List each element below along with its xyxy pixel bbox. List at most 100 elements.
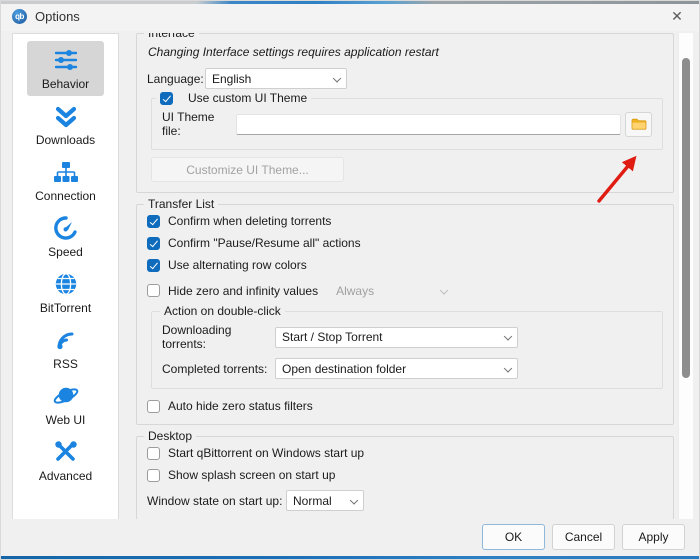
interface-group-title: Interface bbox=[144, 33, 199, 40]
scrollbar-thumb[interactable] bbox=[682, 58, 690, 378]
settings-pane: Interface Changing Interface settings re… bbox=[136, 33, 678, 519]
checkbox-box bbox=[147, 214, 160, 228]
sidebar-item-downloads[interactable]: Downloads bbox=[27, 97, 104, 152]
settings-scrollbar[interactable] bbox=[678, 33, 693, 519]
qbittorrent-logo-icon: qb bbox=[12, 8, 27, 24]
double-click-subgroup: Action on double-click Downloading torre… bbox=[151, 304, 663, 389]
customize-ui-theme-button[interactable]: Customize UI Theme... bbox=[151, 157, 344, 182]
downloading-torrents-row: Downloading torrents: Start / Stop Torre… bbox=[162, 323, 652, 351]
rss-icon bbox=[50, 325, 82, 355]
sidebar-item-connection[interactable]: Connection bbox=[27, 153, 104, 208]
confirm-delete-checkbox[interactable]: Confirm when deleting torrents bbox=[147, 214, 663, 228]
show-splash-screen-checkbox[interactable]: Show splash screen on start up bbox=[147, 468, 663, 482]
checkbox-box bbox=[147, 446, 160, 460]
dialog-footer: OK Cancel Apply bbox=[1, 519, 699, 559]
checkbox-box bbox=[147, 236, 160, 250]
window-state-select[interactable]: Normal bbox=[286, 490, 364, 511]
sidebar-item-label: Connection bbox=[35, 189, 96, 203]
folder-icon[interactable] bbox=[625, 111, 652, 137]
checkbox-label: Show splash screen on start up bbox=[168, 468, 336, 482]
close-icon[interactable]: ✕ bbox=[655, 1, 699, 31]
chevron-down-icon bbox=[439, 285, 449, 295]
use-custom-theme-label: Use custom UI Theme bbox=[188, 91, 308, 105]
checkbox-label: Confirm "Pause/Resume all" actions bbox=[168, 236, 361, 250]
speedometer-icon bbox=[50, 213, 82, 243]
hide-zero-values-row: Hide zero and infinity values Always bbox=[147, 280, 663, 301]
custom-theme-subgroup: Use custom UI Theme UI Theme file: bbox=[151, 91, 663, 150]
hide-zero-values-checkbox[interactable] bbox=[147, 284, 160, 297]
confirm-pause-resume-checkbox[interactable]: Confirm "Pause/Resume all" actions bbox=[147, 236, 663, 250]
downloading-torrents-label: Downloading torrents: bbox=[162, 323, 232, 351]
sidebar-item-behavior[interactable]: Behavior bbox=[27, 41, 104, 96]
chevron-down-icon bbox=[503, 332, 513, 341]
title-bar: qb Options ✕ bbox=[1, 1, 699, 31]
checkbox-label: Confirm when deleting torrents bbox=[168, 214, 332, 228]
chevron-down-icon bbox=[503, 363, 513, 373]
options-dialog: qb Options ✕ Behavior Downloads Connecti… bbox=[0, 0, 700, 560]
hide-zero-values-value: Always bbox=[336, 283, 375, 298]
settings-sidebar: Behavior Downloads Connection Speed BitT… bbox=[12, 33, 119, 519]
window-state-value: Normal bbox=[293, 493, 332, 508]
sidebar-item-label: Web UI bbox=[45, 413, 86, 427]
start-on-windows-startup-checkbox[interactable]: Start qBittorrent on Windows start up bbox=[147, 446, 663, 460]
sidebar-item-speed[interactable]: Speed bbox=[27, 209, 104, 264]
interface-restart-note: Changing Interface settings requires app… bbox=[148, 45, 439, 59]
language-row: Language: English bbox=[147, 68, 663, 89]
globe-icon bbox=[50, 269, 82, 299]
planet-icon bbox=[50, 381, 82, 411]
desktop-group: Desktop Start qBittorrent on Windows sta… bbox=[136, 429, 674, 519]
sidebar-item-advanced[interactable]: Advanced bbox=[27, 433, 104, 488]
auto-hide-zero-filters-checkbox[interactable]: Auto hide zero status filters bbox=[147, 399, 663, 413]
sidebar-item-bittorrent[interactable]: BitTorrent bbox=[27, 265, 104, 320]
sidebar-item-label: Advanced bbox=[38, 469, 93, 483]
network-icon bbox=[50, 157, 82, 187]
window-top-accent bbox=[1, 1, 699, 4]
checkbox-box bbox=[147, 258, 160, 272]
cancel-button[interactable]: Cancel bbox=[552, 524, 615, 550]
transfer-list-group: Transfer List Confirm when deleting torr… bbox=[136, 197, 674, 425]
sidebar-item-label: Speed bbox=[48, 245, 83, 259]
checkbox-label: Auto hide zero status filters bbox=[168, 399, 313, 413]
double-chevron-down-icon bbox=[50, 101, 82, 131]
window-state-label: Window state on start up: bbox=[147, 493, 283, 508]
theme-file-label: UI Theme file: bbox=[162, 110, 215, 138]
desktop-group-title: Desktop bbox=[144, 429, 197, 443]
completed-torrents-select[interactable]: Open destination folder bbox=[275, 358, 518, 379]
sidebar-item-rss[interactable]: RSS bbox=[27, 321, 104, 376]
apply-button[interactable]: Apply bbox=[622, 524, 685, 550]
language-select[interactable]: English bbox=[205, 68, 347, 89]
sidebar-item-web-ui[interactable]: Web UI bbox=[27, 377, 104, 432]
window-bottom-accent bbox=[1, 556, 699, 559]
tools-icon bbox=[50, 437, 82, 467]
language-label: Language: bbox=[147, 71, 204, 86]
hide-zero-values-select[interactable]: Always bbox=[329, 280, 455, 301]
transfer-list-group-title: Transfer List bbox=[144, 197, 219, 211]
sliders-icon bbox=[50, 45, 82, 75]
chevron-down-icon bbox=[349, 495, 359, 505]
settings-scroll-area: Interface Changing Interface settings re… bbox=[136, 33, 693, 519]
checkbox-box bbox=[147, 399, 160, 413]
sidebar-item-label: Downloads bbox=[35, 133, 96, 147]
ok-button[interactable]: OK bbox=[482, 524, 545, 550]
checkbox-box bbox=[160, 91, 173, 105]
completed-torrents-value: Open destination folder bbox=[282, 361, 407, 376]
alternating-row-colors-checkbox[interactable]: Use alternating row colors bbox=[147, 258, 663, 272]
sidebar-item-label: Behavior bbox=[41, 77, 90, 91]
checkbox-box bbox=[147, 468, 160, 482]
window-title: Options bbox=[35, 8, 80, 24]
hide-zero-values-label: Hide zero and infinity values bbox=[168, 283, 319, 298]
theme-file-input[interactable] bbox=[236, 113, 621, 135]
completed-torrents-row: Completed torrents: Open destination fol… bbox=[162, 358, 652, 379]
dialog-body: Behavior Downloads Connection Speed BitT… bbox=[1, 31, 699, 519]
sidebar-item-label: BitTorrent bbox=[39, 301, 92, 315]
sidebar-item-label: RSS bbox=[53, 357, 78, 371]
chevron-down-icon bbox=[332, 73, 342, 83]
language-value: English bbox=[212, 71, 252, 86]
use-custom-theme-checkbox[interactable]: Use custom UI Theme bbox=[156, 91, 312, 105]
downloading-torrents-select[interactable]: Start / Stop Torrent bbox=[275, 326, 518, 348]
double-click-title: Action on double-click bbox=[160, 304, 285, 318]
downloading-torrents-value: Start / Stop Torrent bbox=[282, 330, 383, 344]
window-state-row: Window state on start up: Normal bbox=[147, 490, 663, 511]
interface-group: Interface Changing Interface settings re… bbox=[136, 33, 674, 193]
checkbox-label: Use alternating row colors bbox=[168, 258, 307, 272]
